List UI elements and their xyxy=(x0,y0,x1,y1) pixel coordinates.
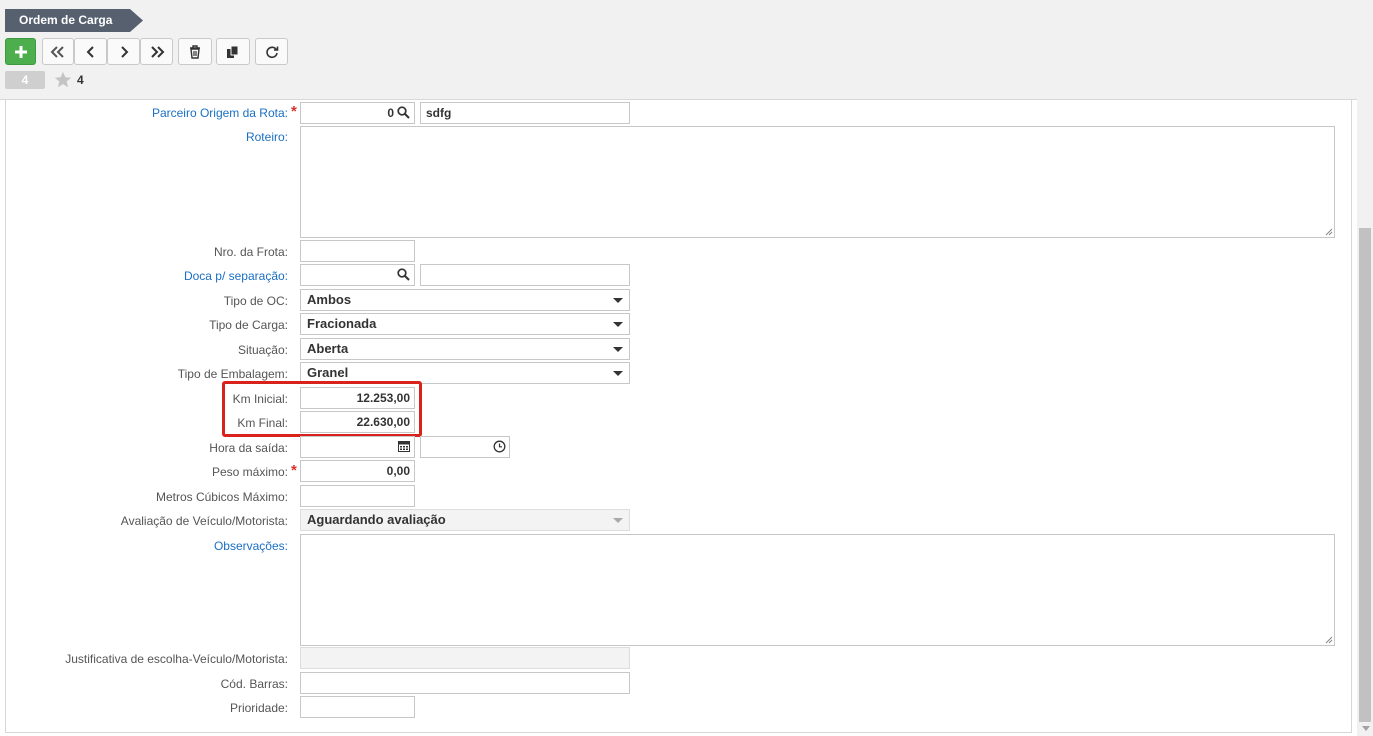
tipo-oc-select[interactable]: Ambos xyxy=(300,289,630,311)
roteiro-textarea[interactable] xyxy=(300,126,1335,238)
label-tipo-embalagem: Tipo de Embalagem: xyxy=(177,367,288,381)
caret-down-icon xyxy=(613,371,623,376)
add-button[interactable] xyxy=(5,38,36,65)
caret-down-icon xyxy=(613,347,623,352)
label-hora-saida: Hora da saída: xyxy=(209,441,288,455)
calendar-icon[interactable] xyxy=(398,440,410,452)
nro-frota-input[interactable] xyxy=(300,240,415,262)
prioridade-input[interactable] xyxy=(300,696,415,718)
header-bar: Ordem de Carga 4 4 xyxy=(0,0,1373,100)
star-icon[interactable] xyxy=(54,71,72,89)
trash-icon xyxy=(190,44,200,59)
refresh-icon xyxy=(265,45,278,58)
copy-icon xyxy=(227,45,239,58)
previous-record-icon xyxy=(86,45,94,58)
label-metros-cubicos: Metros Cúbicos Máximo: xyxy=(155,490,288,504)
favorites-count: 4 xyxy=(77,73,84,87)
parceiro-origem-name-input[interactable]: sdfg xyxy=(420,102,630,124)
clock-icon[interactable] xyxy=(493,440,506,453)
resize-grip-icon[interactable] xyxy=(1325,636,1333,644)
scrollbar-thumb[interactable] xyxy=(1359,228,1371,722)
justificativa-input xyxy=(300,647,630,669)
caret-down-icon xyxy=(613,298,623,303)
next-record-icon xyxy=(120,45,128,58)
label-prioridade: Prioridade: xyxy=(229,701,288,715)
doca-name-input[interactable] xyxy=(420,264,630,286)
label-avaliacao: Avaliação de Veículo/Motorista: xyxy=(120,514,288,528)
scroll-down-arrow-icon[interactable] xyxy=(1362,726,1370,731)
avaliacao-value: Aguardando avaliação xyxy=(307,512,446,527)
resize-grip-icon[interactable] xyxy=(1325,228,1333,236)
label-doca[interactable]: Doca p/ separação: xyxy=(184,269,288,283)
tipo-carga-value: Fracionada xyxy=(307,316,377,331)
label-justificativa: Justificativa de escolha-Veículo/Motoris… xyxy=(65,652,288,666)
search-icon[interactable] xyxy=(397,106,410,119)
peso-maximo-input[interactable]: 0,00 xyxy=(300,460,415,482)
search-icon[interactable] xyxy=(397,268,410,281)
first-record-icon xyxy=(50,45,64,58)
delete-button[interactable] xyxy=(178,38,212,65)
label-situacao: Situação: xyxy=(237,343,288,357)
caret-down-icon xyxy=(613,322,623,327)
last-record-button[interactable] xyxy=(140,38,173,65)
cod-barras-input[interactable] xyxy=(300,672,630,694)
tipo-oc-value: Ambos xyxy=(307,292,352,307)
label-tipo-oc: Tipo de OC: xyxy=(223,294,288,308)
avaliacao-select: Aguardando avaliação xyxy=(300,509,630,531)
required-asterisk: * xyxy=(291,103,297,120)
duplicate-button[interactable] xyxy=(216,38,250,65)
first-record-button[interactable] xyxy=(42,38,74,65)
label-observacoes[interactable]: Observações: xyxy=(214,539,288,553)
label-cod-barras: Cód. Barras: xyxy=(220,677,288,691)
next-record-button[interactable] xyxy=(107,38,140,65)
caret-down-icon xyxy=(613,518,623,523)
plus-icon xyxy=(14,45,27,58)
label-nro-frota: Nro. da Frota: xyxy=(213,245,288,259)
label-parceiro-origem[interactable]: Parceiro Origem da Rota: xyxy=(152,106,288,120)
record-count-badge: 4 xyxy=(5,71,45,89)
refresh-button[interactable] xyxy=(255,38,288,65)
label-roteiro[interactable]: Roteiro: xyxy=(246,130,288,144)
metros-cubicos-input[interactable] xyxy=(300,485,415,507)
last-record-icon xyxy=(150,45,164,58)
situacao-select[interactable]: Aberta xyxy=(300,338,630,360)
label-peso-maximo: Peso máximo: xyxy=(211,465,288,479)
label-tipo-carga: Tipo de Carga: xyxy=(209,318,288,332)
observacoes-textarea[interactable] xyxy=(300,534,1335,646)
tipo-embalagem-value: Granel xyxy=(307,365,349,380)
situacao-value: Aberta xyxy=(307,341,349,356)
breadcrumb[interactable]: Ordem de Carga xyxy=(5,9,143,32)
required-asterisk: * xyxy=(291,462,297,479)
highlight-annotation-box xyxy=(222,381,422,437)
tipo-carga-select[interactable]: Fracionada xyxy=(300,313,630,335)
previous-record-button[interactable] xyxy=(74,38,107,65)
